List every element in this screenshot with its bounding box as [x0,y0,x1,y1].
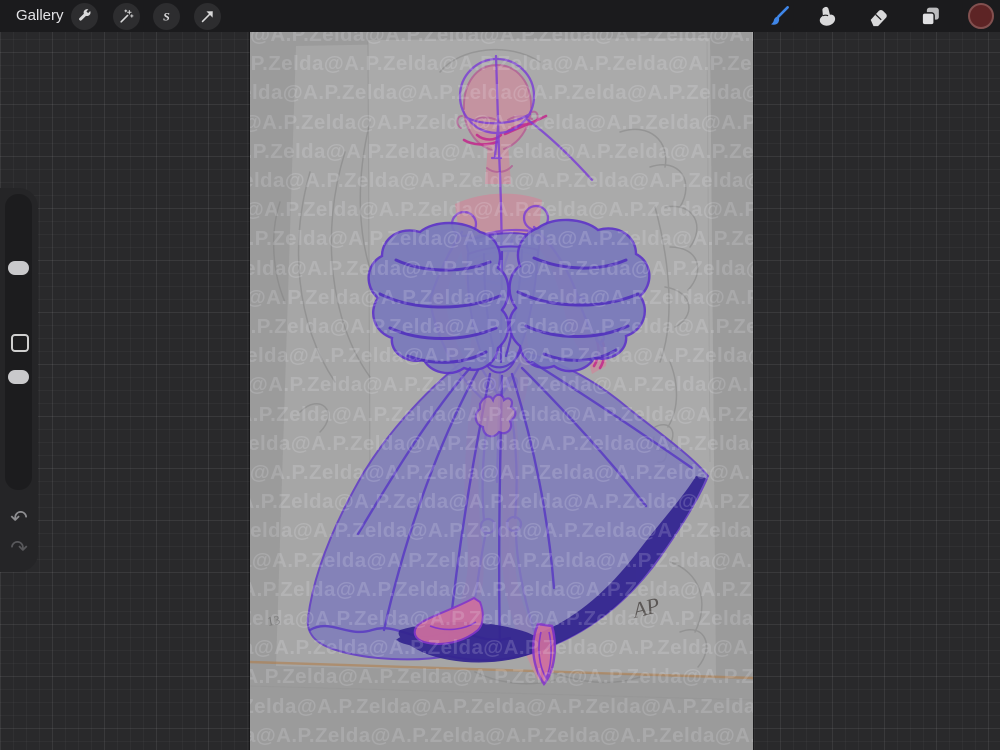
opacity-slider[interactable] [8,370,29,384]
top-toolbar: Gallery S [0,0,1000,32]
svg-text:S: S [163,9,170,23]
adjustments-button[interactable] [113,3,140,30]
selection-button[interactable]: S [153,3,180,30]
s-glyph-icon: S [163,9,170,23]
sidebar-slider-track [5,194,32,490]
color-button[interactable] [966,2,996,30]
eraser-icon [870,9,887,26]
modify-button[interactable] [11,334,29,352]
gallery-button[interactable]: Gallery [16,0,64,32]
finger-icon [819,6,835,26]
sidebar: ↶ ↷ [0,188,38,572]
arrow-cursor-icon [201,11,213,23]
drawing-canvas[interactable]: AP 13 @A.P.Zelda@A.P.Zelda@A.P.Zelda@A.P… [250,32,753,750]
redo-button[interactable]: ↷ [0,538,38,559]
wrench-icon [79,9,91,21]
redo-icon: ↷ [10,537,28,560]
artwork: AP 13 [250,38,753,701]
layers-icon [920,7,939,26]
brush-icon [770,6,789,25]
procreate-app: Gallery S ↶ ↷ AP 13 @A.P.Zelda@A.P.Zelda… [0,0,1000,750]
smudge-button[interactable] [812,2,842,30]
undo-button[interactable]: ↶ [0,508,38,529]
undo-icon: ↶ [10,507,28,530]
magic-wand-icon [120,9,134,23]
color-swatch-icon [968,3,994,29]
erase-button[interactable] [863,2,893,30]
paint-button[interactable] [764,2,794,30]
layers-button[interactable] [915,2,945,30]
pencil-note: 13 [266,612,281,629]
brush-size-slider[interactable] [8,261,29,275]
actions-button[interactable] [71,3,98,30]
transform-button[interactable] [194,3,221,30]
